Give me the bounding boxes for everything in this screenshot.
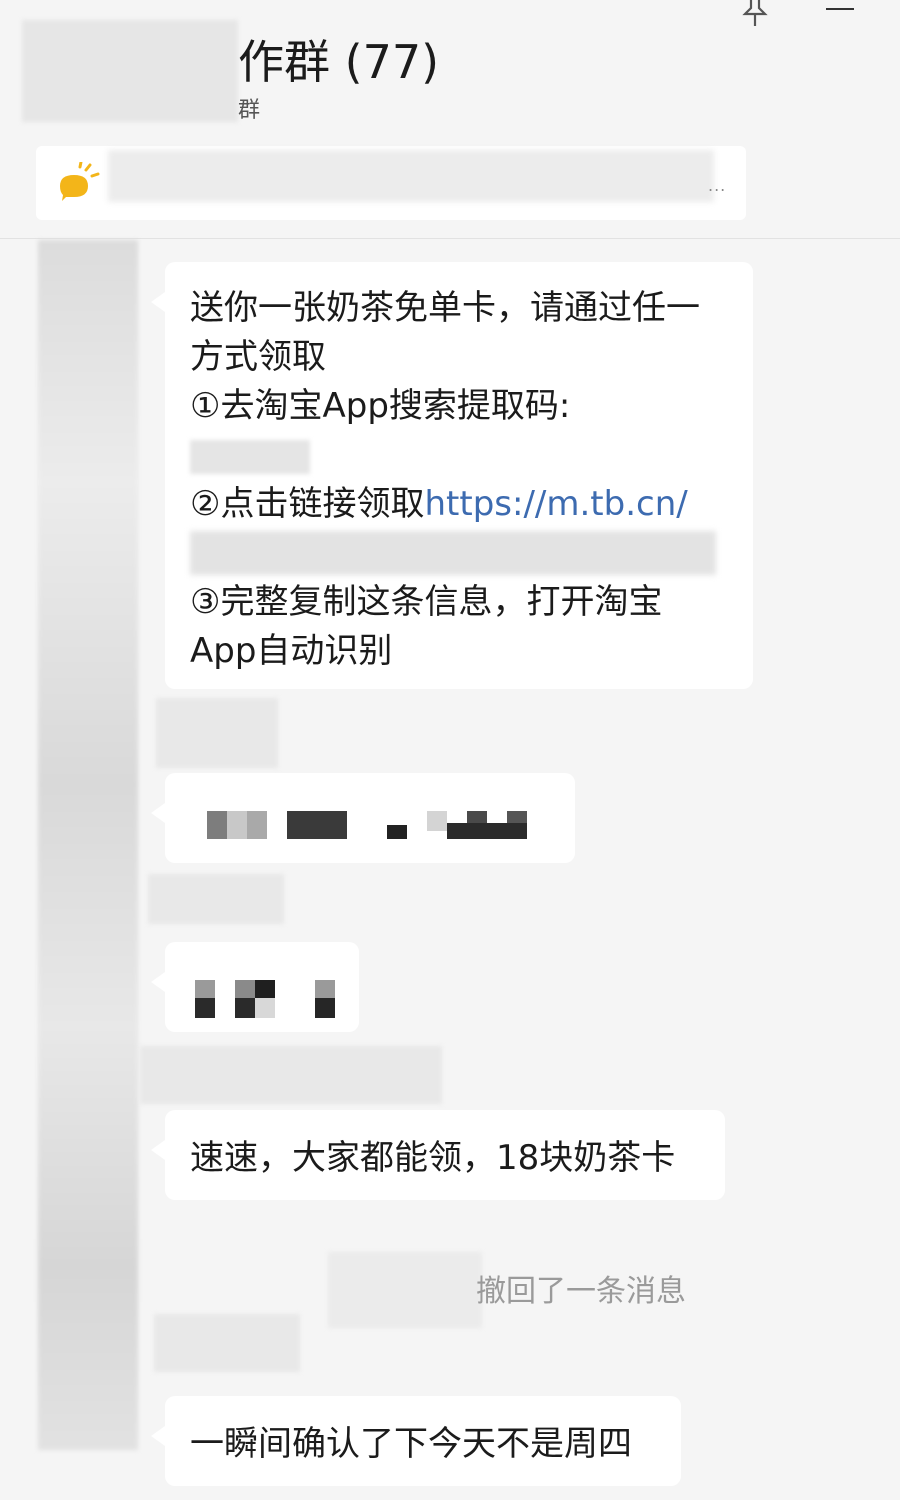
mosaic-pixel [235,980,255,998]
announcement-ellipsis: ... [708,176,727,195]
message-bubble-pixelated[interactable] [151,942,359,1032]
redacted-url [190,531,716,575]
message-bubble-card[interactable]: 送你一张奶茶免单卡，请通过任一 方式领取 ①去淘宝App搜索提取码: ②点击链接… [151,262,753,689]
mosaic-pixel [467,811,487,823]
mosaic-pixel [427,811,447,831]
mosaic-pixel [235,998,255,1018]
redacted-code [190,439,310,474]
redacted-sender-name [154,1314,300,1372]
redacted-announcement [108,150,714,202]
message-text: 方式领取 [190,337,326,377]
mosaic-pixel [227,811,247,839]
message-text: ②点击链接领取 [190,484,425,524]
redacted-recaller-name [328,1252,482,1328]
message-bubble[interactable]: 速速，大家都能领，18块奶茶卡 [151,1110,725,1200]
mosaic-pixel [315,980,335,998]
message-link[interactable]: https://m.tb.cn/ [424,484,687,524]
message-bubble[interactable]: 一瞬间确认了下今天不是周四 [151,1396,681,1486]
redacted-sender-name [148,874,284,924]
message-text: ③完整复制这条信息，打开淘宝 [190,582,663,622]
mosaic-pixel [255,980,275,998]
pin-icon[interactable] [740,0,770,28]
redacted-avatars [38,240,138,1450]
redacted-group-name [22,20,238,122]
recall-notice: 撤回了一条消息 [476,1274,686,1309]
redacted-sender-name [140,1046,442,1104]
group-title[interactable]: 作群 (77) [238,26,439,92]
message-text: 送你一张奶茶免单卡，请通过任一 [190,288,700,328]
group-announcement-bar[interactable]: ... [36,146,746,220]
message-bubble-pixelated[interactable] [151,773,575,863]
message-link-line: ②点击链接领取https://m.tb.cn/ [190,480,753,529]
mosaic-pixel [315,998,335,1018]
mosaic-pixel [447,823,527,839]
mosaic-pixel [207,811,227,839]
mosaic-pixel [287,811,347,839]
redacted-sender-name [156,698,278,768]
mosaic-pixel [195,980,215,998]
group-subtitle: 群 [238,98,261,123]
minimize-icon[interactable] [826,8,854,10]
chat-header: 作群 (77) 群 ... [0,0,900,239]
message-text: App自动识别 [190,631,393,671]
redacted-code-line [190,431,753,480]
message-text: ①去淘宝App搜索提取码: [190,386,571,426]
mosaic-pixel [247,811,267,839]
mosaic-pixel [255,998,275,1018]
mosaic-pixel [195,998,215,1018]
mosaic-pixel [387,825,407,839]
mosaic-pixel [507,811,527,823]
announcement-icon [60,162,100,201]
